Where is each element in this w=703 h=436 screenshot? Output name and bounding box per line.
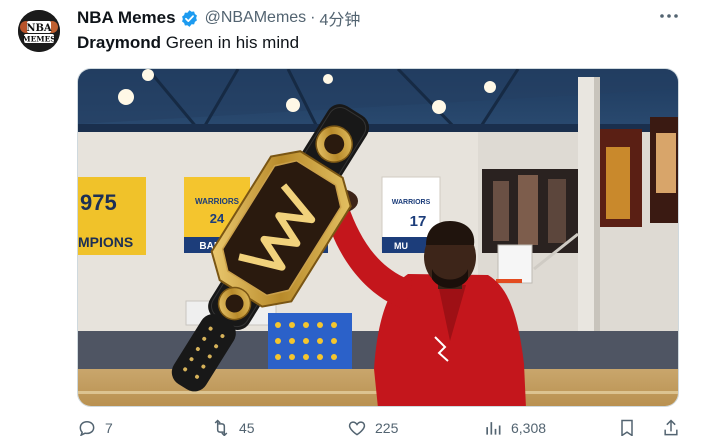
tweet-timestamp[interactable]: 4分钟	[320, 6, 361, 30]
jersey-mid-number: 17	[410, 213, 427, 230]
tweet-text-bold: Draymond	[77, 33, 162, 52]
time-separator: ·	[310, 9, 316, 26]
share-button[interactable]	[661, 418, 681, 436]
retweet-icon	[214, 419, 228, 436]
reply-icon	[79, 420, 95, 436]
author-name[interactable]: NBA Memes	[77, 8, 176, 28]
jersey-left-team: WARRIORS	[195, 197, 240, 206]
tweet-action-bar: 7 45 225 6,308	[77, 418, 687, 436]
avatar-text-bottom: MEMES	[22, 35, 55, 44]
bookmark-icon	[621, 419, 633, 436]
avatar-logo: NBA MEMES	[18, 10, 60, 52]
author-avatar[interactable]: NBA MEMES	[18, 10, 60, 52]
avatar-text-top: NBA	[26, 23, 52, 34]
tweet-text: Draymond Green in his mind	[77, 33, 299, 53]
views-count: 6,308	[511, 420, 547, 436]
like-count: 225	[375, 420, 399, 436]
bookmark-button[interactable]	[617, 418, 637, 436]
banner-left-number: 975	[80, 190, 117, 215]
more-options-icon[interactable]	[655, 6, 683, 26]
share-icon	[664, 419, 678, 436]
banner-left-text: MPIONS	[78, 234, 133, 250]
author-handle[interactable]: @NBAMemes	[205, 9, 307, 27]
jersey-mid-name: MU	[394, 241, 408, 251]
heart-icon	[348, 421, 366, 436]
retweet-count: 45	[239, 420, 255, 436]
retweet-button[interactable]: 45	[211, 418, 255, 436]
like-button[interactable]: 225	[347, 418, 398, 436]
jersey-left-number: 24	[210, 211, 225, 226]
tweet-header: NBA Memes @NBAMemes · 4分钟	[77, 6, 361, 30]
tweet-media-image[interactable]: 975 MPIONS WARRIORS 24 BARRY BE WARRIORS…	[77, 68, 679, 407]
verified-badge-icon	[180, 9, 199, 28]
views-button[interactable]: 6,308	[483, 418, 546, 436]
views-chart-icon	[486, 422, 501, 435]
gym-scene-image: 975 MPIONS WARRIORS 24 BARRY BE WARRIORS…	[78, 69, 678, 406]
tweet-text-rest: Green in his mind	[161, 33, 300, 52]
reply-button[interactable]: 7	[77, 418, 113, 436]
reply-count: 7	[105, 420, 113, 436]
jersey-mid-team: WARRIORS	[392, 199, 431, 206]
